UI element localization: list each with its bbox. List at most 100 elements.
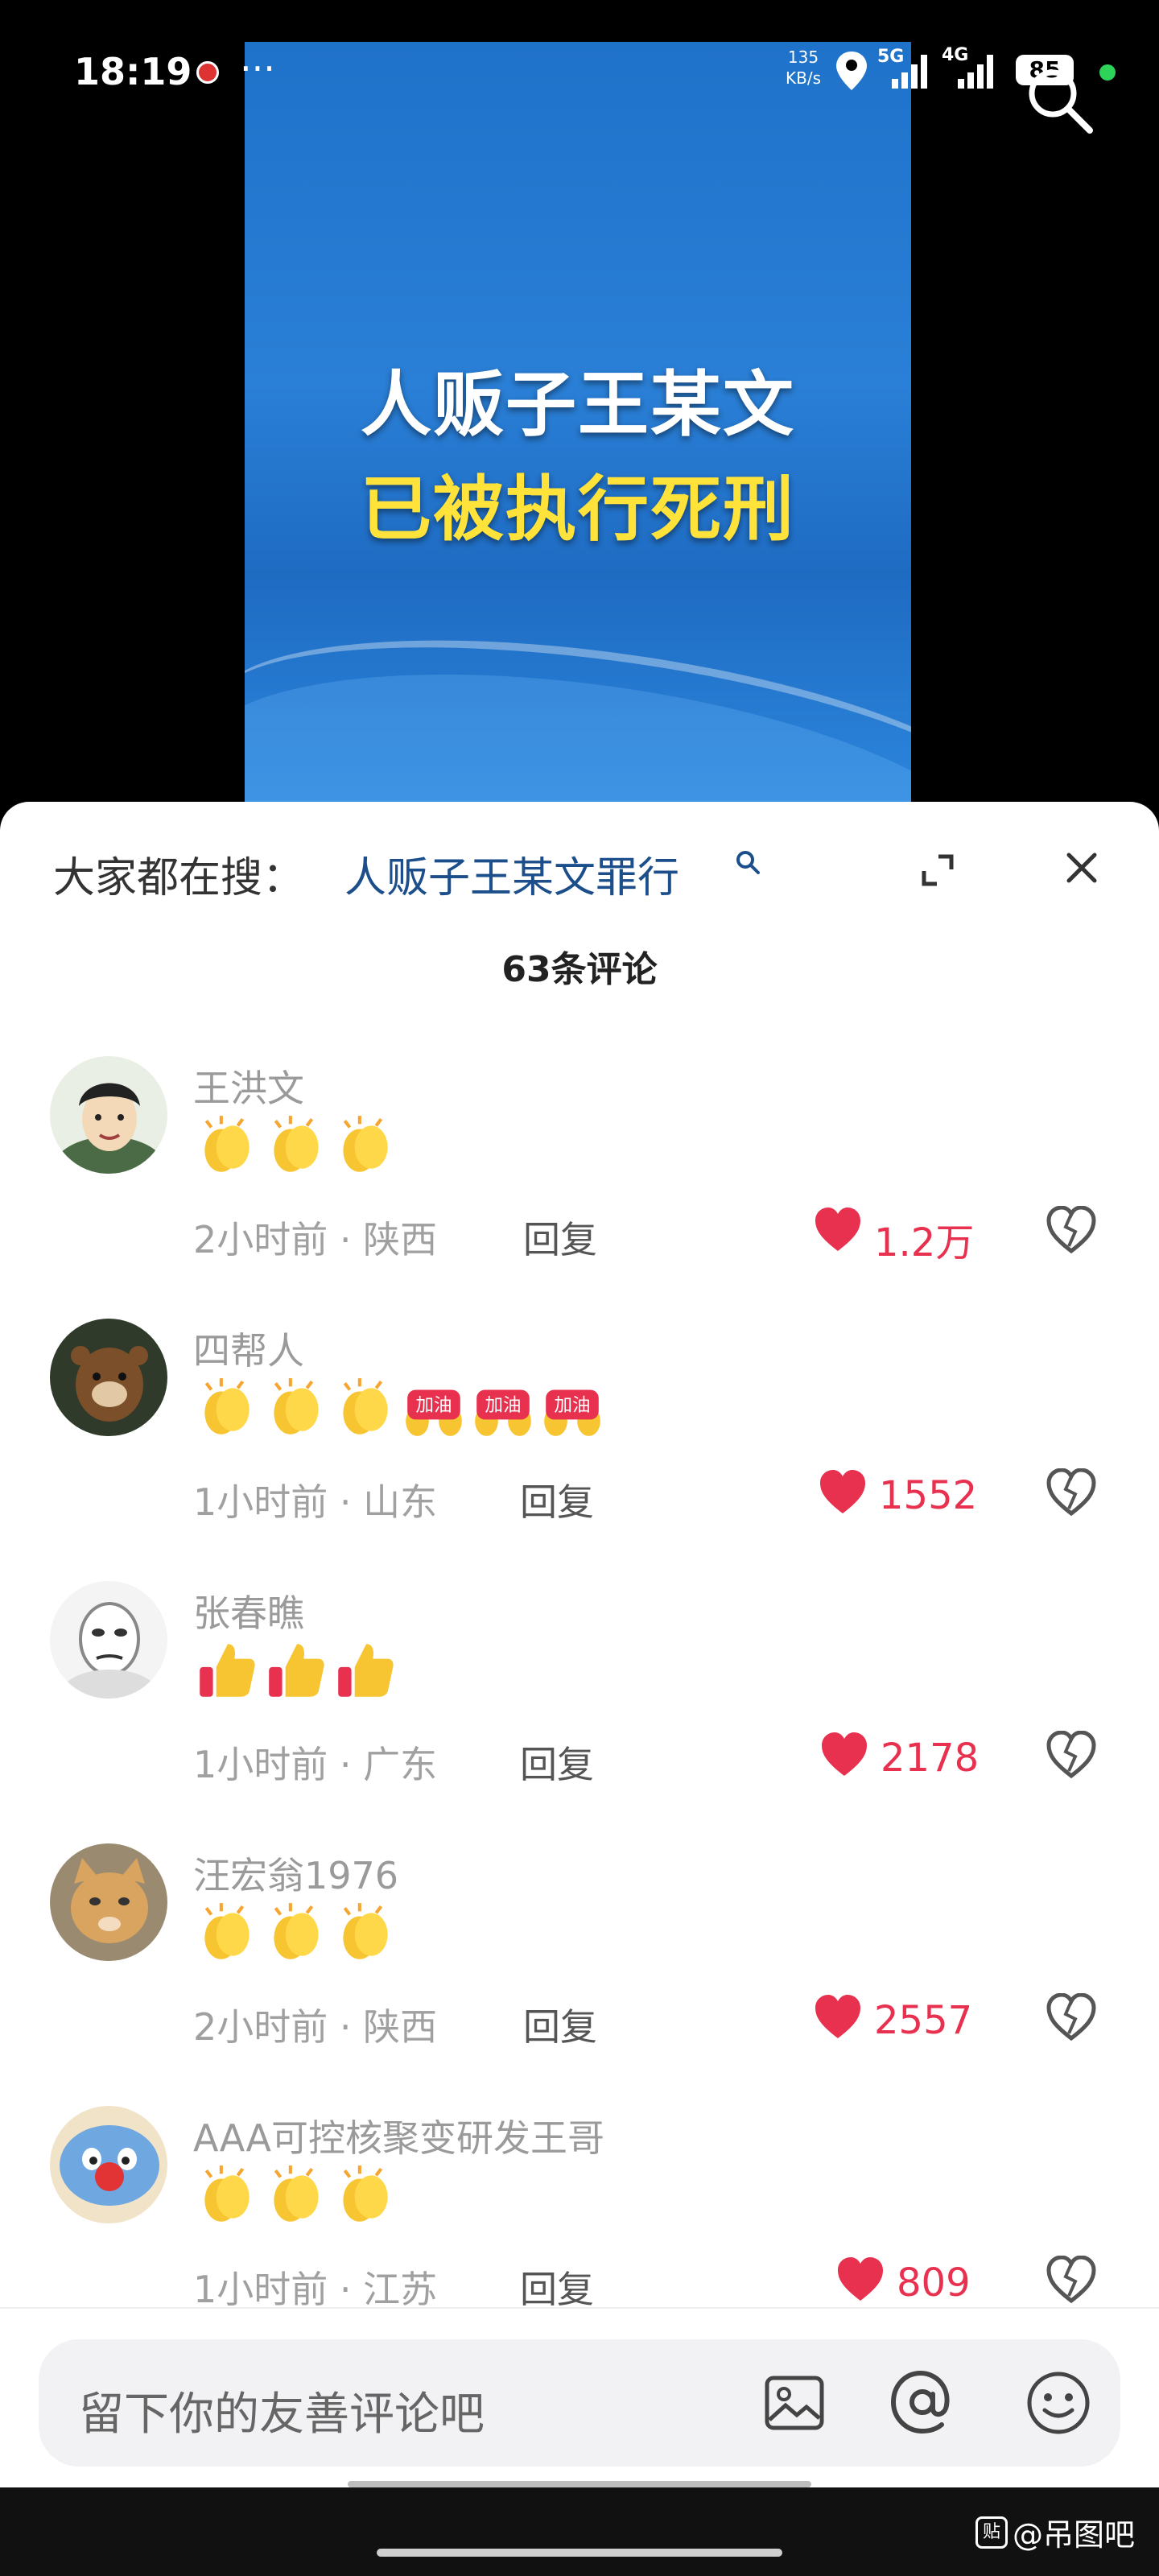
signal-icon-5g	[892, 55, 927, 89]
close-icon[interactable]	[1061, 847, 1103, 889]
comment-time: 2小时前	[193, 1218, 328, 1261]
heart-icon[interactable]	[813, 1993, 863, 2041]
clap-emoji-icon	[274, 1378, 319, 1435]
clap-emoji-icon	[274, 1903, 319, 1959]
comment-author[interactable]: 汪宏翁1976	[193, 1847, 398, 1900]
avatar[interactable]	[50, 2106, 167, 2223]
like-count: 2557	[874, 1998, 973, 2043]
heart-icon[interactable]	[835, 2256, 885, 2304]
video-area[interactable]: 人贩子王某文 已被执行死刑 18:19 ··· 135 KB/s 5G 4G 8…	[0, 0, 1159, 805]
comment-emojis	[193, 2162, 398, 2235]
trend-search-icon[interactable]	[734, 848, 761, 876]
reply-button[interactable]: 回复	[520, 2260, 594, 2314]
like-count: 1.2万	[874, 1220, 975, 1265]
comment-emojis: 加油 加油 加油	[193, 1375, 605, 1447]
comment-item: 张春瞧 1小时前 · 广东 回复 2178	[0, 1565, 1159, 1827]
video-background-wave-line	[245, 598, 911, 805]
clap-emoji-icon	[204, 1903, 250, 1959]
clap-emoji-icon	[274, 1116, 319, 1172]
watermark: 贴 @吊图吧	[975, 2510, 1135, 2554]
clap-emoji-icon	[343, 1116, 388, 1172]
comment-region: 广东	[363, 1743, 438, 1786]
comment-author[interactable]: 王洪文	[193, 1059, 304, 1113]
location-icon	[836, 52, 867, 90]
system-nav-bar: 贴 @吊图吧	[0, 2487, 1159, 2576]
comment-time: 1小时前	[193, 2268, 328, 2311]
comment-meta: 1小时前 · 山东	[193, 1480, 438, 1524]
signal-icon-4g	[958, 55, 993, 89]
reply-button[interactable]: 回复	[520, 1473, 594, 1526]
jiayou-badge-text: 加油	[415, 1395, 452, 1416]
comment-author[interactable]: AAA可控核聚变研发王哥	[193, 2109, 604, 2162]
emoji-smile-icon[interactable]	[1025, 2370, 1091, 2436]
clap-emoji-icon	[204, 2165, 250, 2222]
avatar[interactable]	[50, 1319, 167, 1436]
jiayou-emoji-icon: 加油	[475, 1389, 531, 1436]
net-speed: 135 KB/s	[786, 47, 821, 89]
comment-region: 陕西	[363, 1218, 438, 1261]
clap-emoji-icon	[343, 1903, 388, 1959]
reply-button[interactable]: 回复	[523, 1998, 597, 2051]
search-icon[interactable]	[1024, 64, 1096, 137]
jiayou-badge-text: 加油	[485, 1395, 521, 1416]
comment-item: 汪宏翁1976 2小时前 · 陕西 回复 2557	[0, 1827, 1159, 2090]
clap-emoji-icon	[204, 1378, 250, 1435]
like-count: 1552	[879, 1473, 978, 1518]
notification-app-icon	[196, 61, 219, 84]
comment-item: 王洪文 2小时前 · 陕西 回复 1.2万	[0, 1040, 1159, 1302]
comment-author[interactable]: 四帮人	[193, 1322, 304, 1375]
comment-emojis	[193, 1637, 398, 1710]
comment-input-bar: 留下你的友善评论吧	[0, 2307, 1159, 2487]
clap-emoji-icon	[204, 1116, 250, 1172]
heart-icon[interactable]	[813, 1206, 863, 1254]
comment-input[interactable]: 留下你的友善评论吧	[39, 2339, 1120, 2467]
video-title-line1: 人贩子王某文	[360, 363, 795, 446]
video-title-line2: 已被执行死刑	[360, 468, 795, 551]
image-icon[interactable]	[763, 2372, 826, 2434]
avatar[interactable]	[50, 1056, 167, 1174]
comment-region: 山东	[363, 1480, 438, 1524]
status-more-dots: ···	[240, 47, 275, 90]
reply-button[interactable]: 回复	[523, 1211, 597, 1264]
clap-emoji-icon	[343, 1378, 388, 1435]
avatar[interactable]	[50, 1581, 167, 1699]
reply-button[interactable]: 回复	[520, 1736, 594, 1789]
heart-icon[interactable]	[818, 1468, 868, 1517]
comment-meta: 1小时前 · 广东	[193, 1743, 438, 1786]
jiayou-emoji-icon: 加油	[406, 1389, 462, 1436]
comment-region: 陕西	[363, 2005, 438, 2049]
video-frame[interactable]: 人贩子王某文 已被执行死刑	[245, 42, 911, 805]
status-time: 18:19	[74, 50, 192, 93]
comment-item: 四帮人 加油 加油 加油 1小时前 · 山东 回复 1552	[0, 1302, 1159, 1565]
clap-emoji-icon	[274, 2165, 319, 2222]
watermark-text: @吊图吧	[1013, 2517, 1136, 2553]
broken-heart-icon[interactable]	[1046, 1993, 1096, 2041]
comment-sheet: 大家都在搜： 人贩子王某文罪行 63条评论 王洪文 2小时前 · 陕西 回复 1…	[0, 802, 1159, 2487]
broken-heart-icon[interactable]	[1046, 1731, 1096, 1779]
broken-heart-icon[interactable]	[1046, 1206, 1096, 1254]
comment-emojis	[193, 1113, 398, 1185]
net-speed-value: 135	[787, 47, 819, 67]
like-count: 2178	[881, 1736, 980, 1781]
heart-icon[interactable]	[819, 1731, 869, 1779]
watermark-logo: 贴	[975, 2516, 1008, 2549]
comment-meta: 2小时前 · 陕西	[193, 2005, 438, 2049]
broken-heart-icon[interactable]	[1046, 2256, 1096, 2304]
expand-icon[interactable]	[918, 850, 958, 890]
comment-time: 2小时前	[193, 2005, 328, 2049]
trend-search-link[interactable]: 人贩子王某文罪行	[344, 844, 679, 904]
net-speed-unit: KB/s	[786, 68, 821, 88]
home-gesture-handle[interactable]	[377, 2549, 782, 2557]
sheet-scroll-indicator	[348, 2481, 811, 2487]
comment-meta: 2小时前 · 陕西	[193, 1218, 438, 1261]
broken-heart-icon[interactable]	[1046, 1468, 1096, 1517]
at-mention-icon[interactable]	[889, 2368, 956, 2436]
comment-author[interactable]: 张春瞧	[193, 1584, 304, 1637]
avatar[interactable]	[50, 1843, 167, 1961]
clap-emoji-icon	[343, 2165, 388, 2222]
sheet-header: 大家都在搜： 人贩子王某文罪行	[0, 802, 1159, 902]
comment-region: 江苏	[363, 2268, 438, 2311]
status-bar: 18:19 ··· 135 KB/s 5G 4G 85	[0, 0, 1159, 145]
comment-count: 63条评论	[501, 949, 658, 990]
charging-dot-icon	[1099, 64, 1116, 80]
